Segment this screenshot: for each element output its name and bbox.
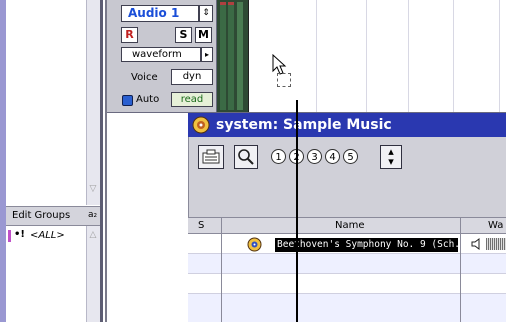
column-header-waveform[interactable]: Wa [488, 217, 506, 234]
column-header-status[interactable]: S [198, 217, 208, 234]
table-row[interactable] [188, 254, 506, 274]
audio-file-icon [247, 237, 262, 252]
column-separator [460, 217, 461, 322]
preset-4-button[interactable]: 4 [325, 149, 340, 164]
expand-collapse-button[interactable]: ▴ ▾ [380, 145, 402, 169]
automation-label: Auto [136, 94, 160, 105]
meter-peak-right [228, 2, 234, 5]
mute-button[interactable]: M [195, 27, 212, 43]
column-header-name[interactable]: Name [335, 217, 375, 234]
drag-insertion-line [296, 100, 298, 322]
waveform-preview [486, 238, 506, 250]
tracks-list-scrollbar[interactable] [86, 0, 100, 205]
grid-line [408, 0, 409, 112]
edit-groups-title: Edit Groups [12, 210, 71, 221]
automation-indicator-icon[interactable] [122, 95, 133, 106]
record-enable-button[interactable]: R [121, 27, 138, 43]
catalog-icon [202, 149, 220, 164]
track-name-menu-icon[interactable]: ⇕ [199, 5, 213, 22]
browser-app-icon [192, 116, 210, 134]
grid-line [453, 0, 454, 112]
preset-5-button[interactable]: 5 [343, 149, 358, 164]
catalog-view-button[interactable] [198, 145, 224, 169]
voice-selector[interactable]: dyn [171, 69, 213, 85]
scroll-up-arrow-icon[interactable]: △ [86, 230, 100, 242]
grid-line [316, 0, 317, 112]
voice-label: Voice [131, 72, 158, 83]
column-separator [221, 217, 222, 322]
edit-group-active-marker[interactable]: •! [14, 229, 28, 243]
scroll-down-arrow-icon[interactable]: ▽ [86, 183, 100, 195]
magnifier-icon [238, 149, 254, 165]
preset-1-button[interactable]: 1 [271, 149, 286, 164]
browser-title-bar[interactable]: system: Sample Music [188, 113, 506, 137]
track-view-arrow-icon[interactable]: ▸ [201, 47, 213, 62]
browser-title: system: Sample Music [216, 117, 392, 133]
edit-group-color-swatch [8, 230, 11, 242]
track-name-field[interactable]: Audio 1 [121, 5, 199, 22]
panel-divider[interactable] [100, 0, 103, 322]
drag-preview-icon [277, 73, 291, 87]
table-row[interactable] [188, 294, 506, 322]
meter-left [220, 2, 226, 110]
grid-line [366, 0, 367, 112]
solo-button[interactable]: S [175, 27, 192, 43]
edit-groups-header[interactable]: Edit Groups [6, 206, 100, 226]
track-view-selector[interactable]: waveform [121, 47, 201, 62]
preset-3-button[interactable]: 3 [307, 149, 322, 164]
meter-peak-left [220, 2, 226, 5]
edit-groups-sort-button[interactable]: a₂ [88, 206, 100, 226]
grid-line [499, 0, 500, 112]
table-row[interactable] [188, 274, 506, 294]
meter-right [228, 2, 234, 110]
automation-mode-selector[interactable]: read [171, 92, 213, 107]
file-name[interactable]: Beethoven's Symphony No. 9 (Sch. [275, 238, 458, 252]
search-button[interactable] [234, 145, 258, 169]
speaker-icon[interactable] [470, 237, 484, 251]
edit-group-name[interactable]: <ALL> [30, 229, 80, 243]
meter-scale [237, 2, 243, 110]
expand-collapse-icon: ▴ ▾ [388, 145, 394, 168]
